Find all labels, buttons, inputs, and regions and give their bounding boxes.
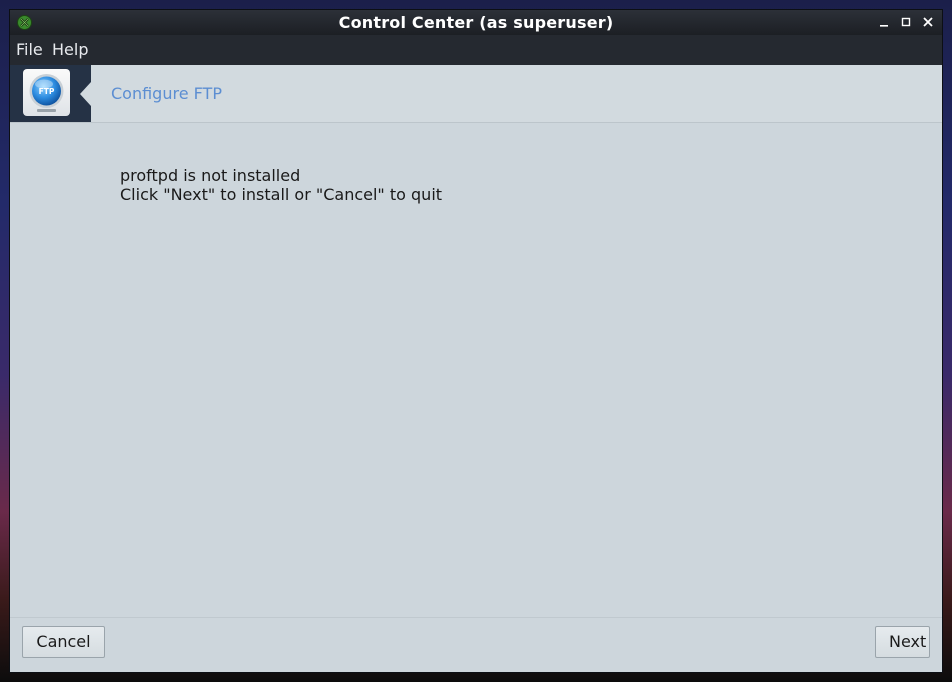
menu-help[interactable]: Help	[52, 40, 88, 59]
close-icon[interactable]	[920, 14, 936, 30]
svg-text:FTP: FTP	[39, 87, 55, 96]
title-bar[interactable]: Control Center (as superuser)	[10, 10, 942, 35]
message-line-instruction: Click "Next" to install or "Cancel" to q…	[120, 185, 443, 204]
header-notch	[80, 82, 91, 106]
control-center-window: Control Center (as superuser) File Help	[10, 10, 942, 672]
header-icon-block: FTP	[10, 65, 91, 122]
next-button[interactable]: Next	[875, 626, 930, 658]
maximize-icon[interactable]	[898, 14, 914, 30]
page-header: FTP Configure FTP	[10, 65, 942, 123]
minimize-icon[interactable]	[876, 14, 892, 30]
window-title: Control Center (as superuser)	[338, 13, 614, 32]
cancel-button[interactable]: Cancel	[22, 626, 105, 658]
message-line-status: proftpd is not installed	[120, 166, 301, 185]
install-message: proftpd is not installed Click "Next" to…	[120, 166, 442, 204]
ftp-icon: FTP	[23, 69, 70, 116]
menu-file[interactable]: File	[16, 40, 43, 59]
content-area: proftpd is not installed Click "Next" to…	[10, 123, 942, 617]
page-title: Configure FTP	[111, 84, 222, 103]
menu-bar: File Help	[10, 35, 942, 65]
button-bar: Cancel Next	[10, 617, 942, 673]
